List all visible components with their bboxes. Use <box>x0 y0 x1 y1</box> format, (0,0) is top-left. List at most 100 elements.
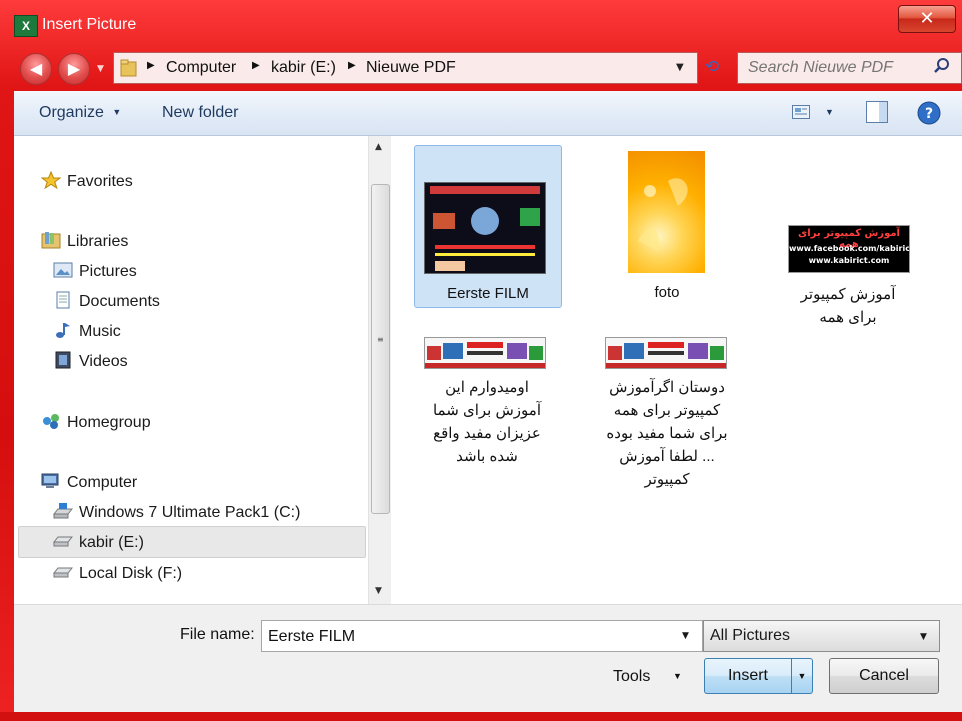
recent-pages-dropdown[interactable]: ▼ <box>97 64 104 74</box>
insert-options-dropdown[interactable]: ▼ <box>791 659 812 693</box>
file-thumbnail <box>424 337 546 369</box>
file-item[interactable]: foto <box>594 145 740 306</box>
folder-icon <box>120 59 137 77</box>
new-folder-button[interactable]: New folder <box>162 104 238 122</box>
system-drive-icon <box>53 503 73 519</box>
preview-pane-icon[interactable] <box>866 101 888 123</box>
nav-label: Videos <box>79 353 128 370</box>
tools-button[interactable]: Tools <box>613 668 650 686</box>
close-button[interactable]: ✕ <box>898 5 956 33</box>
change-view-icon[interactable] <box>792 105 810 119</box>
insert-picture-dialog: X Insert Picture ✕ ◀ ▶ ▼ ▶ Computer ▶ ka… <box>0 0 962 721</box>
chevron-down-icon: ▼ <box>920 632 927 642</box>
nav-drive-e[interactable]: kabir (E:) <box>53 532 144 552</box>
file-name: آموزش کمپیوتر برای همه <box>800 286 896 326</box>
search-input[interactable] <box>746 57 930 79</box>
organize-button[interactable]: Organize ▼ <box>39 104 121 122</box>
nav-homegroup[interactable]: Homegroup <box>41 412 151 432</box>
documents-icon <box>56 291 70 309</box>
libraries-icon <box>41 232 61 249</box>
refresh-icon: ⟲ <box>704 57 720 77</box>
nav-label: Computer <box>67 474 138 491</box>
drive-icon <box>53 536 73 547</box>
nav-label: Homegroup <box>67 414 151 431</box>
crumb-nieuwe-pdf[interactable]: Nieuwe PDF <box>366 59 456 77</box>
file-thumbnail <box>628 151 705 273</box>
chevron-down-icon[interactable]: ▼ <box>682 631 689 641</box>
insert-button[interactable]: Insert ▼ <box>704 658 813 694</box>
nav-music[interactable]: Music <box>53 321 121 341</box>
file-name: foto <box>654 284 680 301</box>
file-name-combobox[interactable]: ▼ <box>261 620 703 652</box>
drive-icon <box>53 567 73 578</box>
file-list: Eerste FILM foto آموزش کمپیوتر برای همه … <box>391 136 962 604</box>
computer-icon <box>41 473 59 488</box>
close-icon: ✕ <box>919 8 935 29</box>
crumb-separator[interactable]: ▶ <box>348 60 356 71</box>
chevron-down-icon: ▼ <box>112 107 122 117</box>
search-icon[interactable] <box>933 57 951 75</box>
nav-favorites[interactable]: Favorites <box>41 171 133 191</box>
homegroup-icon <box>43 414 59 429</box>
file-thumbnail: آموزش کمپیوتر برای همه www.facebook.com/… <box>788 225 910 273</box>
scroll-thumb[interactable]: ≡ <box>371 184 390 514</box>
excel-icon: X <box>14 15 38 37</box>
thumbnail-image <box>425 183 545 273</box>
file-item[interactable]: اومیدوارم این آموزش برای شما عزیزان مفید… <box>414 328 560 465</box>
nav-label: Windows 7 Ultimate Pack1 (C:) <box>79 504 301 521</box>
nav-drive-c[interactable]: Windows 7 Ultimate Pack1 (C:) <box>53 502 300 522</box>
window-title: Insert Picture <box>42 16 137 33</box>
file-name-input[interactable] <box>266 625 670 648</box>
window-frame-bottom <box>0 712 962 721</box>
videos-icon <box>55 351 71 369</box>
title-bar[interactable]: X Insert Picture ✕ <box>0 0 962 44</box>
nav-computer[interactable]: Computer <box>41 472 137 492</box>
file-item[interactable]: Eerste FILM <box>414 145 562 308</box>
file-name-label: File name: <box>180 626 255 643</box>
forward-arrow-icon: ▶ <box>67 59 81 78</box>
address-dropdown-icon[interactable]: ▼ <box>676 62 684 73</box>
nav-videos[interactable]: Videos <box>53 351 128 371</box>
search-box[interactable] <box>737 52 962 84</box>
thumbnail-image <box>606 338 726 368</box>
nav-documents[interactable]: Documents <box>53 291 160 311</box>
cancel-button[interactable]: Cancel <box>829 658 939 694</box>
nav-label: Pictures <box>79 263 137 280</box>
file-type-value: All Pictures <box>710 627 791 644</box>
command-toolbar: Organize ▼ New folder ▼ ? <box>14 91 962 136</box>
banner-line2: www.kabirict.com <box>808 256 890 265</box>
nav-scrollbar[interactable]: ▲ ≡ ▼ <box>368 136 391 604</box>
crumb-kabir[interactable]: kabir (E:) <box>271 59 336 77</box>
insert-label: Insert <box>727 667 768 684</box>
banner-line1: www.facebook.com/kabirict <box>789 244 910 253</box>
file-thumbnail <box>605 337 727 369</box>
view-options-dropdown[interactable]: ▼ <box>825 107 834 117</box>
thumbnail-image <box>638 178 688 251</box>
dialog-footer: File name: ▼ All Pictures ▼ Tools ▼ Inse… <box>14 604 962 713</box>
svg-text:?: ? <box>925 106 933 122</box>
back-button[interactable]: ◀ <box>20 53 52 85</box>
crumb-computer[interactable]: Computer <box>166 59 236 77</box>
file-name: اومیدوارم این آموزش برای شما عزیزان مفید… <box>432 379 541 465</box>
music-icon <box>56 323 70 338</box>
nav-drive-f[interactable]: Local Disk (F:) <box>53 563 182 583</box>
help-icon[interactable]: ? <box>917 101 941 125</box>
navigation-pane: Favorites Libraries Pictures Documents M… <box>14 136 368 604</box>
star-icon <box>41 171 61 189</box>
nav-libraries[interactable]: Libraries <box>41 231 128 251</box>
crumb-separator[interactable]: ▶ <box>147 60 155 71</box>
file-type-select[interactable]: All Pictures ▼ <box>703 620 940 652</box>
nav-pictures[interactable]: Pictures <box>53 261 137 281</box>
file-item[interactable]: آموزش کمپیوتر برای همه www.facebook.com/… <box>775 145 921 326</box>
grip-icon: ≡ <box>377 335 384 344</box>
tools-dropdown-icon[interactable]: ▼ <box>673 671 682 681</box>
refresh-button[interactable]: ⟲ <box>697 52 727 82</box>
address-bar[interactable]: ▶ Computer ▶ kabir (E:) ▶ Nieuwe PDF ▼ <box>113 52 698 84</box>
file-item[interactable]: دوستان اگرآموزش کمپیوتر برای همه برای شم… <box>594 328 740 488</box>
scroll-up-icon[interactable]: ▲ <box>375 142 382 152</box>
crumb-separator[interactable]: ▶ <box>252 60 260 71</box>
forward-button[interactable]: ▶ <box>58 53 90 85</box>
scroll-down-icon[interactable]: ▼ <box>375 586 382 596</box>
organize-label: Organize <box>39 104 104 121</box>
file-name: دوستان اگرآموزش کمپیوتر برای همه برای شم… <box>606 379 728 488</box>
